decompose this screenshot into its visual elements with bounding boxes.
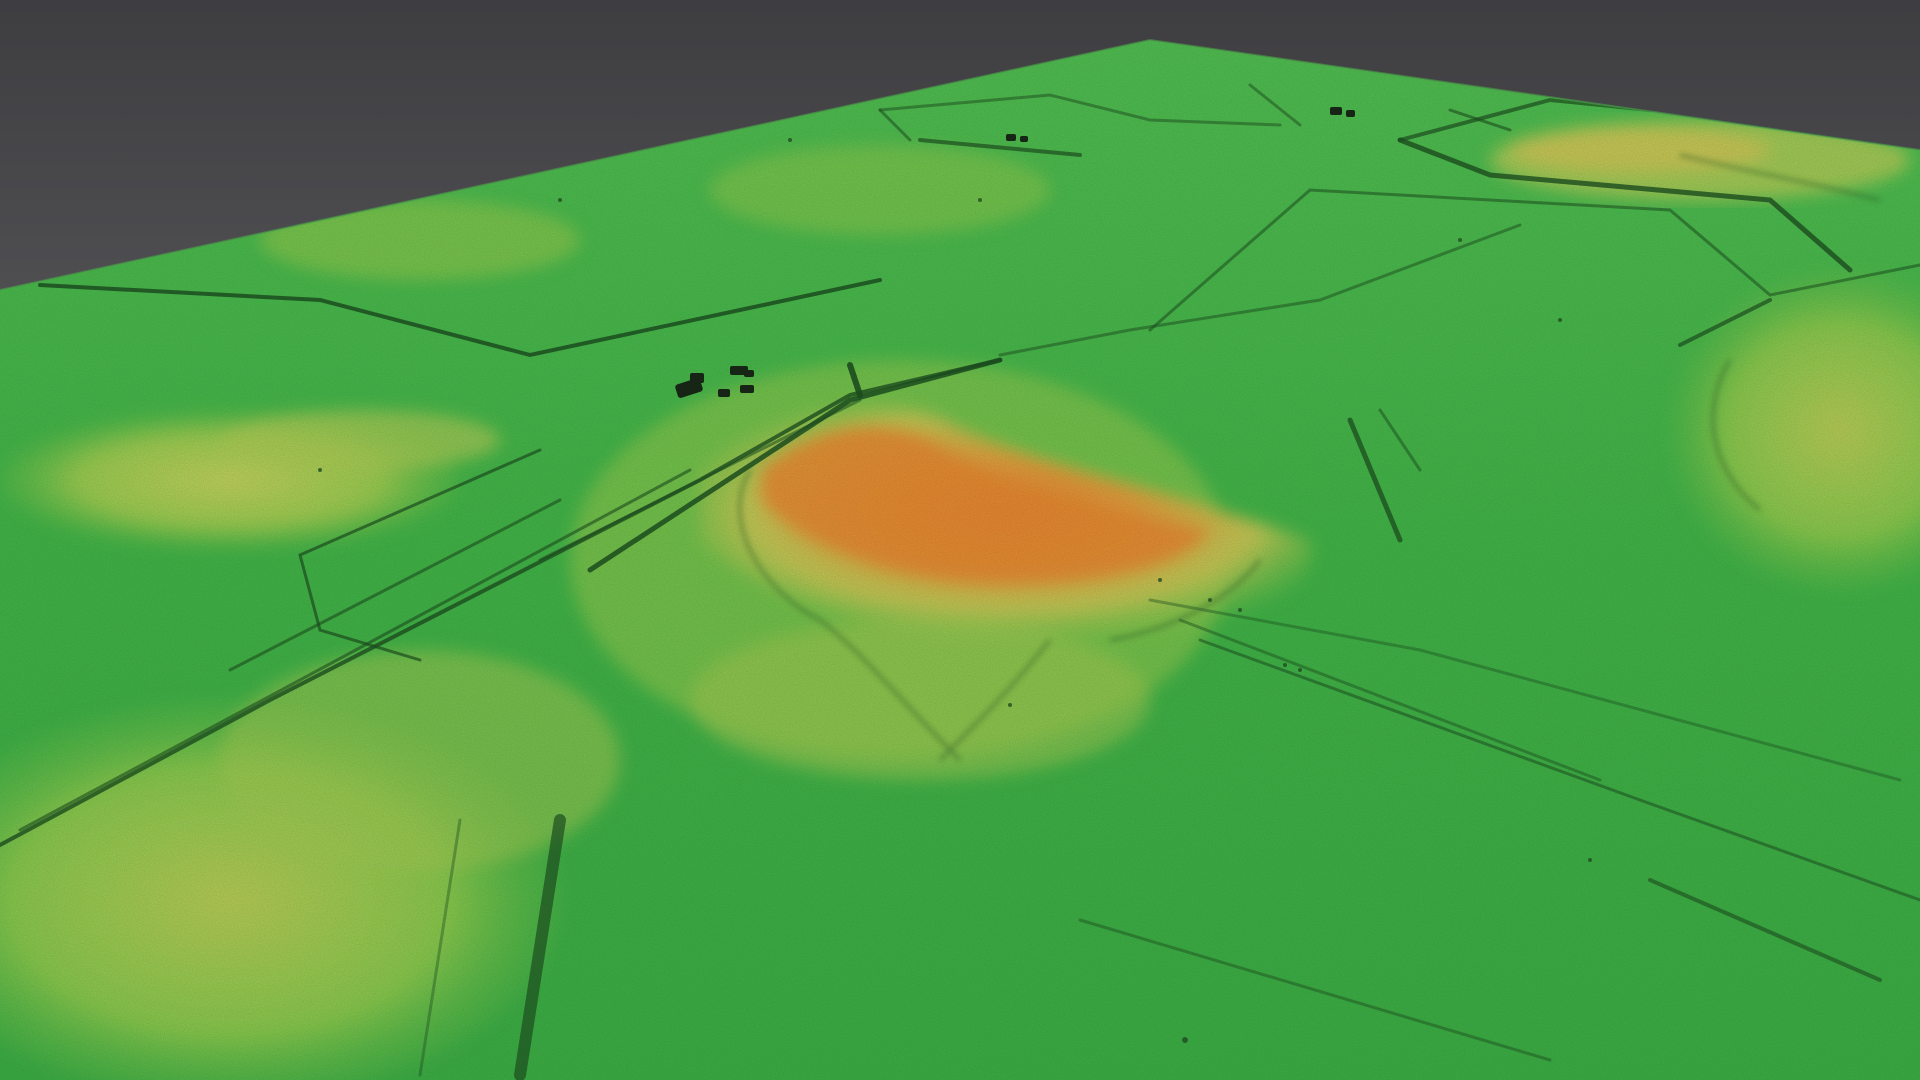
- terrain-scene[interactable]: [0, 0, 1920, 1080]
- terrain-viewport[interactable]: [0, 0, 1920, 1080]
